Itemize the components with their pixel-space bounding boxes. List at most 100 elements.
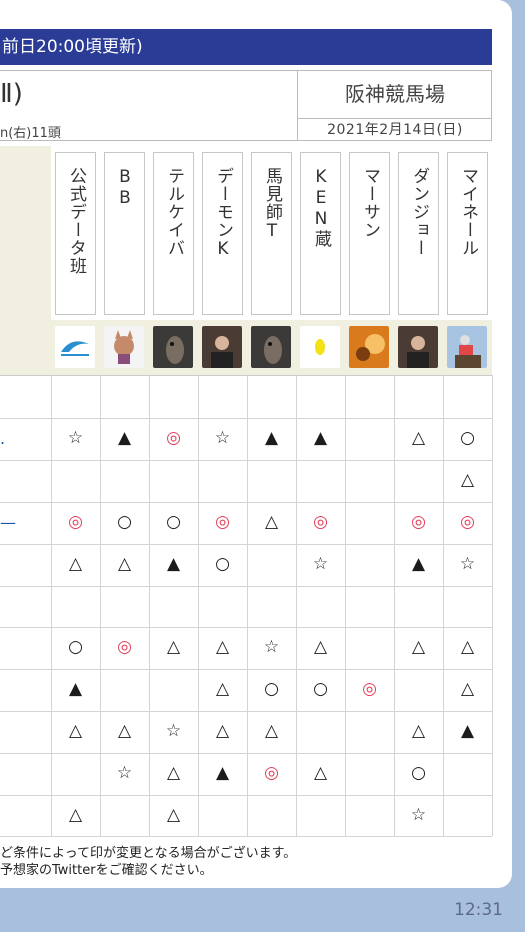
footnote: ど条件によって印が変更となる場合がございます。 予想家のTwitterをご確認く… — [0, 845, 296, 879]
prediction-mark: ▲ — [68, 679, 83, 700]
prediction-mark: △ — [215, 679, 230, 700]
predictor-name: 馬見師T — [262, 167, 282, 242]
prediction-mark: ▲ — [313, 427, 328, 448]
predictor-header: ダンジョー — [398, 152, 439, 315]
venue-label: 阪神競馬場 — [345, 82, 445, 106]
prediction-mark: △ — [460, 637, 475, 658]
predictor-header: 公式データ班 — [55, 152, 96, 315]
jockey-avatar[interactable] — [447, 326, 487, 368]
horse-avatar[interactable] — [153, 326, 193, 368]
prediction-mark: ☆ — [165, 721, 182, 742]
prediction-mark: ☆ — [263, 637, 280, 658]
prediction-mark: △ — [460, 679, 475, 700]
predictor-name: KEN蔵 — [311, 167, 331, 248]
prediction-mark: ◎ — [460, 511, 475, 532]
predictor-header: BB — [104, 152, 145, 315]
prediction-mark: ☆ — [116, 763, 133, 784]
prediction-mark: △ — [313, 637, 328, 658]
prediction-mark: ◎ — [117, 637, 132, 658]
yellow-avatar[interactable] — [300, 326, 340, 368]
prediction-mark: ☆ — [410, 805, 427, 825]
man-avatar[interactable] — [398, 326, 438, 368]
row-label-column — [0, 146, 51, 375]
prediction-mark: ☆ — [459, 553, 476, 574]
banner-text: 前日20:00頃更新) — [2, 37, 143, 57]
row-edge-mark: . — [0, 428, 6, 448]
prediction-mark: ▲ — [166, 553, 181, 574]
race-header: Ⅱ) n(右)11頭 阪神競馬場 2021年2月14日(日) — [0, 70, 492, 141]
row-divider — [0, 585, 492, 587]
predictor-name: デーモンK — [213, 167, 233, 260]
prediction-mark: ☆ — [214, 427, 231, 448]
column-divider — [247, 375, 248, 836]
column-divider — [149, 375, 150, 836]
prediction-table: . ☆ ▲ ◎ ☆ ▲ ▲ △ ○ △ — ◎ ○ ○ ◎ △ ◎ ◎ ◎ △ △ ▲ ○ ☆ ▲ ☆ ○ ◎ △ △ ☆ △ △ △ ▲ △ ○ ○ ◎ △… — [0, 375, 492, 837]
column-divider — [51, 375, 52, 836]
prediction-mark: △ — [411, 721, 426, 742]
prediction-mark: ▲ — [117, 427, 132, 448]
prediction-mark: △ — [215, 637, 230, 658]
prediction-mark: ▲ — [411, 553, 426, 574]
prediction-mark: ◎ — [313, 511, 328, 532]
prediction-mark: ☆ — [67, 427, 84, 448]
prediction-mark: ○ — [264, 679, 279, 700]
prediction-mark: △ — [264, 511, 279, 532]
column-divider — [100, 375, 101, 836]
column-divider — [492, 375, 493, 836]
predictor-name: テルケイバ — [164, 167, 184, 257]
prediction-mark: △ — [411, 427, 426, 448]
prediction-mark: △ — [215, 721, 230, 742]
prediction-mark: △ — [411, 637, 426, 658]
prediction-mark: ◎ — [411, 511, 426, 532]
update-banner: 前日20:00頃更新) — [0, 29, 492, 65]
column-divider — [198, 375, 199, 836]
status-time: 12:31 — [454, 900, 503, 920]
prediction-mark: ▲ — [264, 427, 279, 448]
predictor-header: デーモンK — [202, 152, 243, 315]
cat-avatar[interactable] — [104, 326, 144, 368]
prediction-mark: ○ — [460, 427, 475, 448]
prediction-mark: △ — [68, 805, 83, 825]
predictor-header: マイネール — [447, 152, 488, 315]
prediction-mark: ○ — [117, 511, 132, 532]
race-subtitle: n(右)11頭 — [0, 126, 61, 141]
race-date: 2021年2月14日(日) — [327, 122, 463, 138]
predictor-header: 馬見師T — [251, 152, 292, 315]
predictor-header: テルケイバ — [153, 152, 194, 315]
prediction-mark: △ — [313, 763, 328, 784]
footnote-line: ど条件によって印が変更となる場合がございます。 — [0, 846, 297, 861]
prediction-mark: ○ — [411, 763, 426, 784]
row-divider — [0, 835, 492, 837]
man-avatar[interactable] — [202, 326, 242, 368]
prediction-card: 前日20:00頃更新) Ⅱ) n(右)11頭 阪神競馬場 2021年2月14日(… — [0, 0, 512, 888]
prediction-mark: ◎ — [264, 763, 279, 784]
column-divider — [296, 375, 297, 836]
prediction-mark: ◎ — [362, 679, 377, 700]
prediction-mark: △ — [117, 553, 132, 574]
prediction-mark: ◎ — [68, 511, 83, 532]
prediction-mark: △ — [68, 553, 83, 574]
prediction-mark: △ — [460, 469, 475, 490]
prediction-mark: ▲ — [460, 721, 475, 742]
prediction-mark: ○ — [68, 637, 83, 658]
predictor-name: ダンジョー — [409, 167, 429, 257]
footnote-line: 予想家のTwitterをご確認ください。 — [0, 863, 213, 878]
prediction-mark: △ — [166, 763, 181, 784]
row-edge-mark: — — [0, 512, 16, 532]
predictor-name: マイネール — [458, 167, 478, 257]
prediction-mark: ▲ — [215, 763, 230, 784]
prediction-mark: ◎ — [215, 511, 230, 532]
prediction-mark: ☆ — [312, 553, 329, 574]
logo-icon[interactable] — [55, 326, 95, 368]
predictor-header: KEN蔵 — [300, 152, 341, 315]
orange-avatar[interactable] — [349, 326, 389, 368]
predictor-name: 公式データ班 — [66, 167, 86, 275]
row-divider — [0, 459, 492, 461]
column-divider — [345, 375, 346, 836]
column-divider — [394, 375, 395, 836]
prediction-mark: ○ — [215, 553, 230, 574]
horse-avatar[interactable] — [251, 326, 291, 368]
prediction-mark: △ — [166, 805, 181, 825]
prediction-mark: ◎ — [166, 427, 181, 448]
prediction-mark: ○ — [166, 511, 181, 532]
